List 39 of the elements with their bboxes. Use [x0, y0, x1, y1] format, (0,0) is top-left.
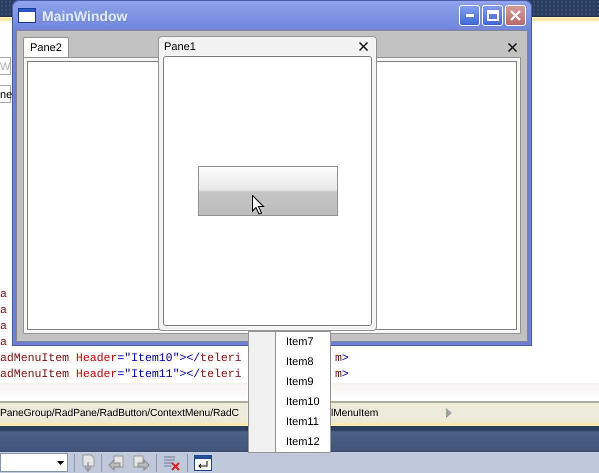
close-icon[interactable]: [359, 42, 368, 51]
pane-title: Pane1: [164, 40, 196, 52]
menu-item[interactable]: Item10: [249, 392, 330, 412]
code-line: a: [0, 288, 7, 300]
maximize-icon: [486, 10, 498, 21]
code-fragment: m>: [335, 352, 349, 364]
close-button[interactable]: [505, 5, 526, 26]
code-line: a: [0, 304, 7, 316]
menu-item[interactable]: Item7: [249, 332, 330, 352]
menu-item[interactable]: Item12: [249, 432, 330, 452]
window-title: MainWindow: [42, 8, 128, 24]
breadcrumb-path: PaneGroup/RadPane/RadButton/ContextMenu/RadC: [0, 408, 240, 418]
close-icon[interactable]: [508, 43, 517, 52]
maximize-button[interactable]: [482, 5, 503, 26]
window-icon: [18, 8, 36, 23]
menu-item[interactable]: Item8: [249, 352, 330, 372]
minimize-icon: [466, 14, 474, 17]
caret-icon: [57, 460, 64, 464]
left-arrow-icon[interactable]: [108, 454, 126, 470]
cursor-icon: [252, 195, 265, 215]
code-fragment: m>: [335, 368, 349, 380]
page-arrow-icon[interactable]: [81, 454, 95, 472]
menu-item[interactable]: Item9: [249, 372, 330, 392]
word-wrap-icon[interactable]: [194, 454, 212, 470]
clear-lines-icon[interactable]: [163, 454, 181, 470]
breadcrumb-label: lMenuItem: [331, 408, 378, 418]
text-field[interactable]: ne: [0, 85, 11, 103]
dropdown-field[interactable]: [0, 453, 68, 472]
right-arrow-icon[interactable]: [132, 454, 150, 470]
pane-tab[interactable]: Pane2: [23, 37, 69, 57]
button[interactable]: [198, 166, 338, 216]
menu-item[interactable]: Item11: [249, 412, 330, 432]
code-line: adMenuItem Header="Item11"></teleri: [0, 368, 242, 380]
close-icon: [510, 10, 521, 21]
code-line: a: [0, 336, 7, 348]
code-line: a: [0, 320, 7, 332]
scroll-right-icon[interactable]: [446, 408, 452, 418]
minimize-button[interactable]: [459, 5, 480, 26]
code-line: adMenuItem Header="Item10"></teleri: [0, 352, 242, 364]
